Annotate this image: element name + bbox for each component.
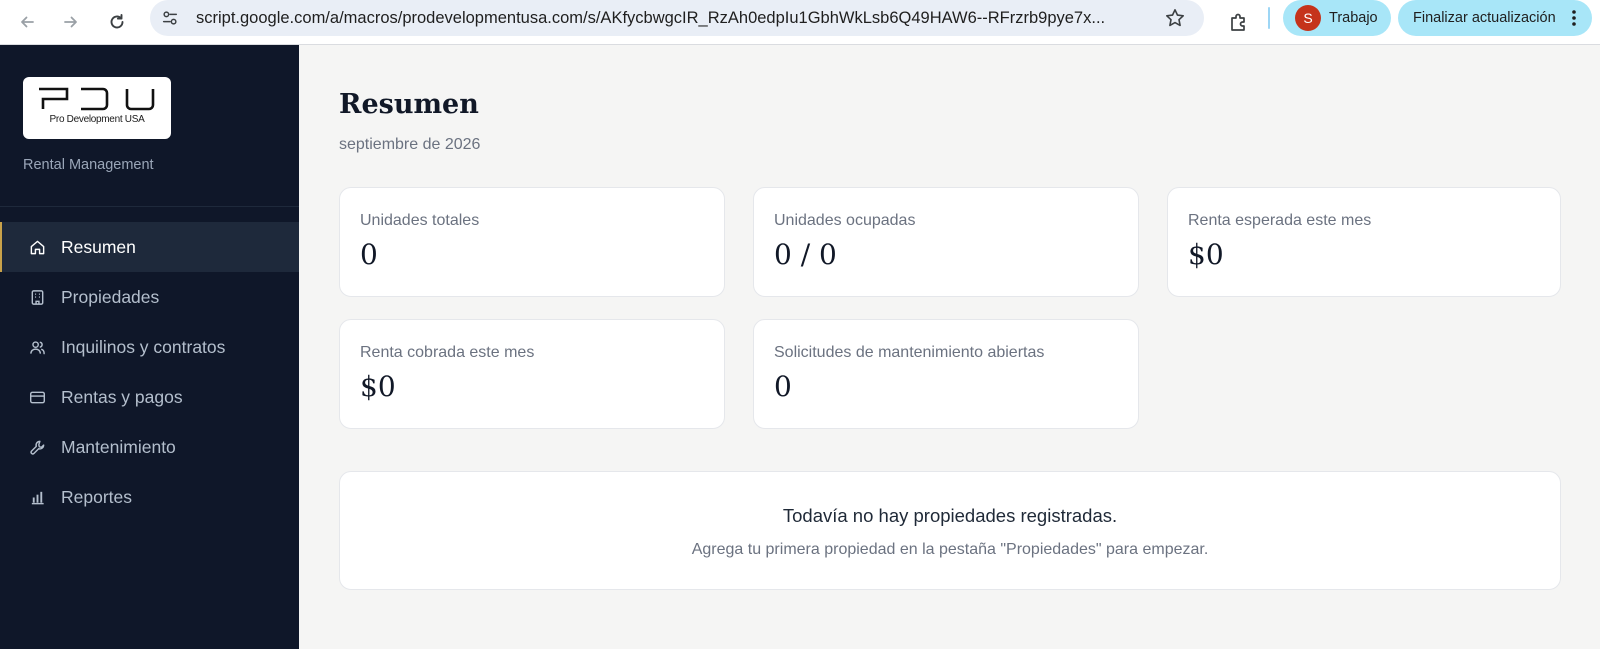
back-button[interactable] [10,5,44,39]
sidebar: Pro Development USA Rental Management Re… [0,45,299,649]
sidebar-item-label: Rentas y pagos [61,386,183,407]
home-icon [27,237,47,257]
sidebar-item-label: Resumen [61,236,136,257]
stat-label: Solicitudes de mantenimiento abiertas [774,344,1045,361]
sidebar-item-reportes[interactable]: Reportes [0,472,299,522]
bookmark-star-icon[interactable] [1164,7,1186,29]
sidebar-item-label: Inquilinos y contratos [61,336,226,357]
sidebar-item-label: Mantenimiento [61,436,176,457]
wrench-icon [27,437,47,457]
stat-label: Unidades totales [360,212,480,229]
stat-value: 0 / 0 [774,238,837,271]
empty-state-title: Todavía no hay propiedades registradas. [782,505,1118,526]
browser-toolbar: script.google.com/a/macros/prodevelopmen… [0,0,1600,45]
stat-card-total-units: Unidades totales 0 [339,187,725,297]
sidebar-item-label: Reportes [61,486,133,507]
empty-state-message: Agrega tu primera propiedad en la pestañ… [691,541,1209,558]
credit-card-icon [27,387,47,407]
stat-label: Renta esperada este mes [1188,212,1372,229]
empty-state-card: Todavía no hay propiedades registradas. … [339,471,1561,590]
extensions-button[interactable] [1222,5,1256,39]
page-subtitle: septiembre de 2026 [339,136,481,153]
url-text[interactable]: script.google.com/a/macros/prodevelopmen… [196,0,1136,36]
stat-label: Renta cobrada este mes [360,344,535,361]
stat-value: $0 [1188,238,1224,271]
bar-chart-icon [27,487,47,507]
building-icon [27,287,47,307]
profile-label: Trabajo [1329,10,1378,26]
sidebar-item-label: Propiedades [61,286,160,307]
company-logo: Pro Development USA [23,77,171,139]
kebab-menu-icon[interactable] [1564,6,1584,30]
reload-button[interactable] [100,5,134,39]
sidebar-item-mantenimiento[interactable]: Mantenimiento [0,422,299,472]
main-content: Resumen septiembre de 2026 Unidades tota… [299,45,1600,649]
sidebar-item-resumen[interactable]: Resumen [0,222,299,272]
puzzle-icon [1231,13,1245,31]
reload-icon [110,14,124,29]
users-icon [27,337,47,357]
app-tagline: Rental Management [23,157,154,173]
finish-update-label: Finalizar actualización [1413,10,1556,26]
stat-value: $0 [360,370,396,403]
stat-label: Unidades ocupadas [774,212,916,229]
avatar: S [1295,5,1321,31]
pdu-logo-mark [39,87,155,111]
stat-card-occupied-units: Unidades ocupadas 0 / 0 [753,187,1139,297]
sidebar-nav: Resumen Propiedades Inquilinos y contrat… [0,222,299,522]
sidebar-divider [0,206,299,207]
sidebar-item-propiedades[interactable]: Propiedades [0,272,299,322]
forward-button[interactable] [54,5,88,39]
site-settings-icon[interactable] [158,6,182,30]
arrow-right-icon [64,16,77,28]
stat-card-collected-rent: Renta cobrada este mes $0 [339,319,725,429]
logo-subtitle: Pro Development USA [49,114,145,125]
arrow-left-icon [21,16,34,28]
toolbar-separator [1268,7,1270,29]
sidebar-item-inquilinos[interactable]: Inquilinos y contratos [0,322,299,372]
stat-value: 0 [360,238,378,271]
finish-update-button[interactable]: Finalizar actualización [1398,0,1592,36]
page-title: Resumen [339,89,479,120]
stat-value: 0 [774,370,792,403]
profile-button[interactable]: S Trabajo [1283,0,1391,36]
stat-card-expected-rent: Renta esperada este mes $0 [1167,187,1561,297]
stat-card-open-maintenance: Solicitudes de mantenimiento abiertas 0 [753,319,1139,429]
sidebar-item-rentas[interactable]: Rentas y pagos [0,372,299,422]
address-bar[interactable]: script.google.com/a/macros/prodevelopmen… [150,0,1204,36]
